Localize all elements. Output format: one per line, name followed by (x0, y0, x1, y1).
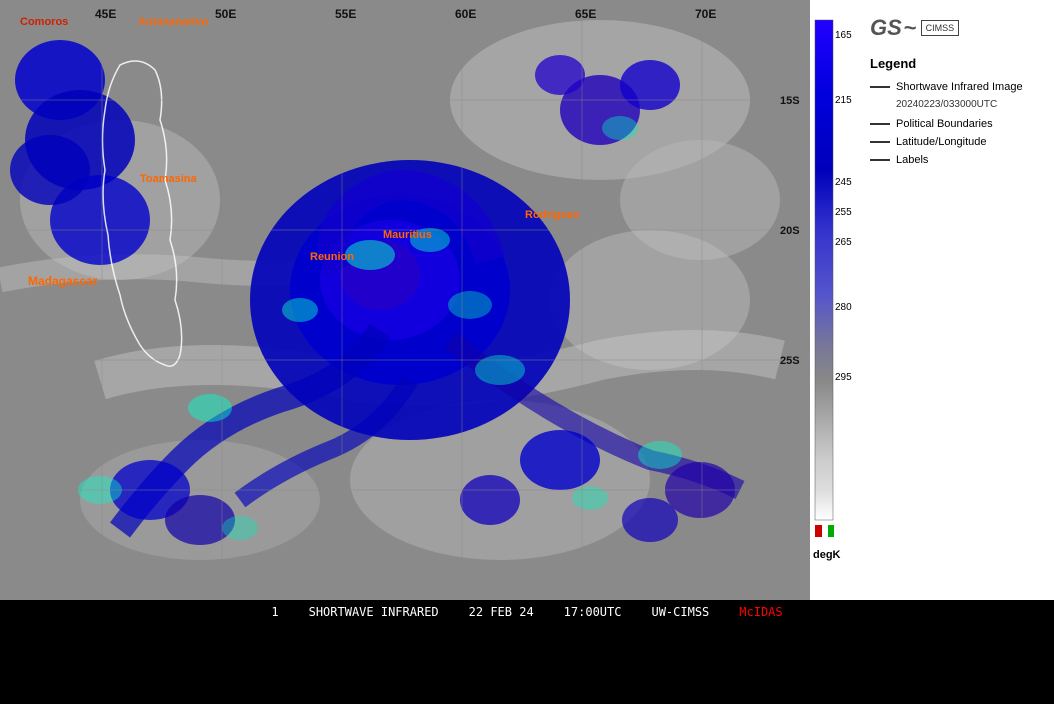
status-date: 22 FEB 24 (469, 605, 534, 619)
black-bottom-bar (0, 624, 1054, 704)
legend-label-labels: Labels (896, 154, 928, 166)
legend-dash-shortwave (870, 86, 890, 88)
legend-dash-political (870, 123, 890, 125)
svg-text:60E: 60E (455, 7, 476, 21)
svg-text:65E: 65E (575, 7, 596, 21)
svg-text:degK: degK (813, 549, 841, 561)
status-number: 1 (271, 605, 278, 619)
svg-text:280: 280 (835, 302, 852, 313)
status-bar: 1 SHORTWAVE INFRARED 22 FEB 24 17:00UTC … (0, 600, 1054, 624)
svg-text:Madagascar: Madagascar (28, 274, 98, 288)
svg-text:50E: 50E (215, 7, 236, 21)
content-row: 45E 50E 55E 60E 65E 70E 15S 20S 25S Como… (0, 0, 1054, 600)
legend-panel: GS ~ CIMSS Legend Shortwave Infrared Ima… (860, 0, 1054, 600)
legend-timestamp: 20240223/033000UTC (896, 99, 1044, 110)
legend-label-latlon: Latitude/Longitude (896, 136, 987, 148)
colorbar-svg: 165 215 245 255 265 280 295 degK (810, 0, 860, 600)
svg-text:70E: 70E (695, 7, 716, 21)
logo-wave: ~ (904, 15, 917, 41)
main-wrapper: 45E 50E 55E 60E 65E 70E 15S 20S 25S Como… (0, 0, 1054, 704)
svg-text:Antananarivo: Antananarivo (138, 16, 209, 28)
svg-text:Reunion: Reunion (310, 251, 354, 263)
legend-item-latlon: Latitude/Longitude (870, 136, 1044, 148)
svg-text:265: 265 (835, 237, 852, 248)
svg-text:20S: 20S (780, 225, 800, 237)
svg-text:Comoros: Comoros (20, 16, 68, 28)
legend-item-labels: Labels (870, 154, 1044, 166)
svg-text:245: 245 (835, 177, 852, 188)
legend-dash-latlon (870, 141, 890, 143)
map-area[interactable]: 45E 50E 55E 60E 65E 70E 15S 20S 25S Como… (0, 0, 810, 600)
logo-cimss: CIMSS (921, 20, 960, 36)
legend-label-shortwave: Shortwave Infrared Image (896, 81, 1023, 93)
satellite-map: 45E 50E 55E 60E 65E 70E 15S 20S 25S Como… (0, 0, 810, 600)
svg-text:295: 295 (835, 372, 852, 383)
status-time: 17:00UTC (564, 605, 622, 619)
svg-text:215: 215 (835, 95, 852, 106)
svg-text:55E: 55E (335, 7, 356, 21)
svg-text:15S: 15S (780, 95, 800, 107)
svg-text:25S: 25S (780, 355, 800, 367)
svg-text:255: 255 (835, 207, 852, 218)
svg-text:165: 165 (835, 30, 852, 41)
status-software: McIDAS (739, 605, 782, 619)
svg-text:45E: 45E (95, 7, 116, 21)
status-type: SHORTWAVE INFRARED (309, 605, 439, 619)
legend-item-political: Political Boundaries (870, 118, 1044, 130)
svg-text:Mauritius: Mauritius (383, 229, 432, 241)
status-source: UW-CIMSS (651, 605, 709, 619)
colorbar-wrapper: 165 215 245 255 265 280 295 degK (810, 0, 860, 600)
logo-gs: GS (870, 15, 902, 41)
right-side-panel: 165 215 245 255 265 280 295 degK (810, 0, 1054, 600)
legend-item-shortwave: Shortwave Infrared Image (870, 81, 1044, 93)
svg-text:Toamasina: Toamasina (140, 173, 198, 185)
legend-label-political: Political Boundaries (896, 118, 993, 130)
legend-dash-labels (870, 159, 890, 161)
legend-title: Legend (870, 56, 1044, 71)
svg-text:Rodrigues: Rodrigues (525, 209, 579, 221)
